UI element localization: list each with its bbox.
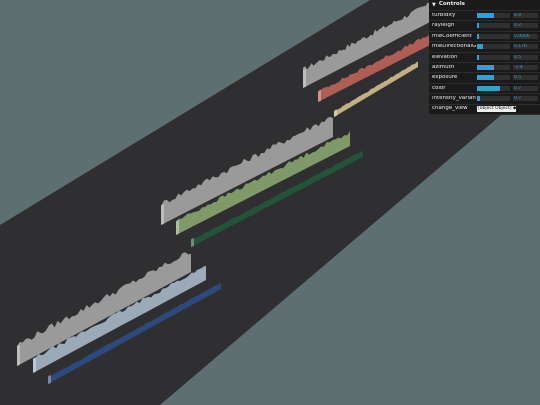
color-slider[interactable]	[477, 85, 510, 91]
controls-panel: ▼ Controls turbidity 6.9 rayleigh 0.2 mi…	[429, 0, 540, 115]
ribbon-edge	[334, 109, 337, 117]
control-label: azimuth	[432, 64, 455, 70]
change-view-value: [object Object]	[478, 106, 512, 112]
control-row-miedirectionalg: mieDirectionalG 0.176	[429, 42, 540, 53]
slider-fill	[477, 75, 494, 81]
slider-fill	[477, 54, 479, 60]
control-row-turbidity: turbidity 6.9	[429, 11, 540, 22]
ribbon-edge	[48, 375, 51, 384]
control-label: change_view	[432, 106, 468, 112]
exposure-input[interactable]: 0.5	[513, 75, 538, 81]
change-view-select[interactable]: [object Object] ◆	[477, 106, 516, 113]
slider-fill	[477, 44, 483, 50]
control-row-rayleigh: rayleigh 0.2	[429, 21, 540, 32]
control-row-miecoefficient: mieCoefficient 0.0006	[429, 32, 540, 43]
control-label: mieDirectionalG	[432, 44, 476, 50]
turbidity-slider[interactable]	[477, 13, 510, 18]
exposure-slider[interactable]	[477, 75, 510, 81]
elevation-slider[interactable]	[477, 54, 510, 60]
ribbon-edge	[191, 238, 194, 247]
color-input[interactable]: 0.7	[513, 85, 538, 91]
control-row-change-view: change_view [object Object] ◆	[429, 105, 540, 115]
ribbon-edge	[33, 358, 36, 373]
intensity-variance-slider[interactable]	[477, 96, 510, 102]
control-row-color: color 0.7	[429, 84, 540, 95]
rayleigh-input[interactable]: 0.2	[513, 23, 538, 29]
control-label: intensity_variance_on_time	[432, 96, 476, 102]
control-label: mieCoefficient	[432, 33, 472, 39]
elevation-input[interactable]: 0.5	[513, 54, 538, 60]
slider-fill	[477, 64, 494, 70]
slider-fill	[477, 85, 500, 91]
miedirectionalg-slider[interactable]	[477, 44, 510, 50]
turbidity-input[interactable]: 6.9	[513, 13, 538, 18]
controls-header[interactable]: ▼ Controls	[429, 0, 540, 11]
miecoefficient-slider[interactable]	[477, 33, 510, 39]
ribbon-edge	[318, 90, 321, 102]
azimuth-input[interactable]: -1.4	[513, 64, 538, 70]
control-row-elevation: elevation 0.5	[429, 53, 540, 63]
control-row-azimuth: azimuth -1.4	[429, 63, 540, 74]
control-label: exposure	[432, 75, 458, 81]
intensity-variance-input[interactable]: 0.7	[513, 96, 538, 102]
slider-fill	[477, 33, 479, 39]
caret-down-icon: ▼	[432, 1, 436, 8]
control-row-exposure: exposure 0.5	[429, 73, 540, 84]
rayleigh-slider[interactable]	[477, 23, 510, 29]
slider-fill	[477, 23, 479, 29]
control-label: rayleigh	[432, 23, 455, 29]
ribbon-edge	[303, 69, 306, 88]
control-label: elevation	[432, 54, 458, 60]
slider-fill	[477, 96, 480, 102]
ribbon-edge	[176, 220, 179, 235]
control-row-intensity-variance: intensity_variance_on_time 0.7	[429, 94, 540, 105]
miedirectionalg-input[interactable]: 0.176	[513, 44, 538, 50]
slider-fill	[477, 13, 494, 18]
miecoefficient-input[interactable]: 0.0006	[513, 33, 538, 39]
ribbon-edge	[17, 345, 20, 366]
control-label: color	[432, 85, 446, 91]
ribbon-edge	[161, 204, 164, 225]
control-label: turbidity	[432, 12, 456, 18]
controls-title: Controls	[438, 1, 465, 8]
azimuth-slider[interactable]	[477, 64, 510, 70]
